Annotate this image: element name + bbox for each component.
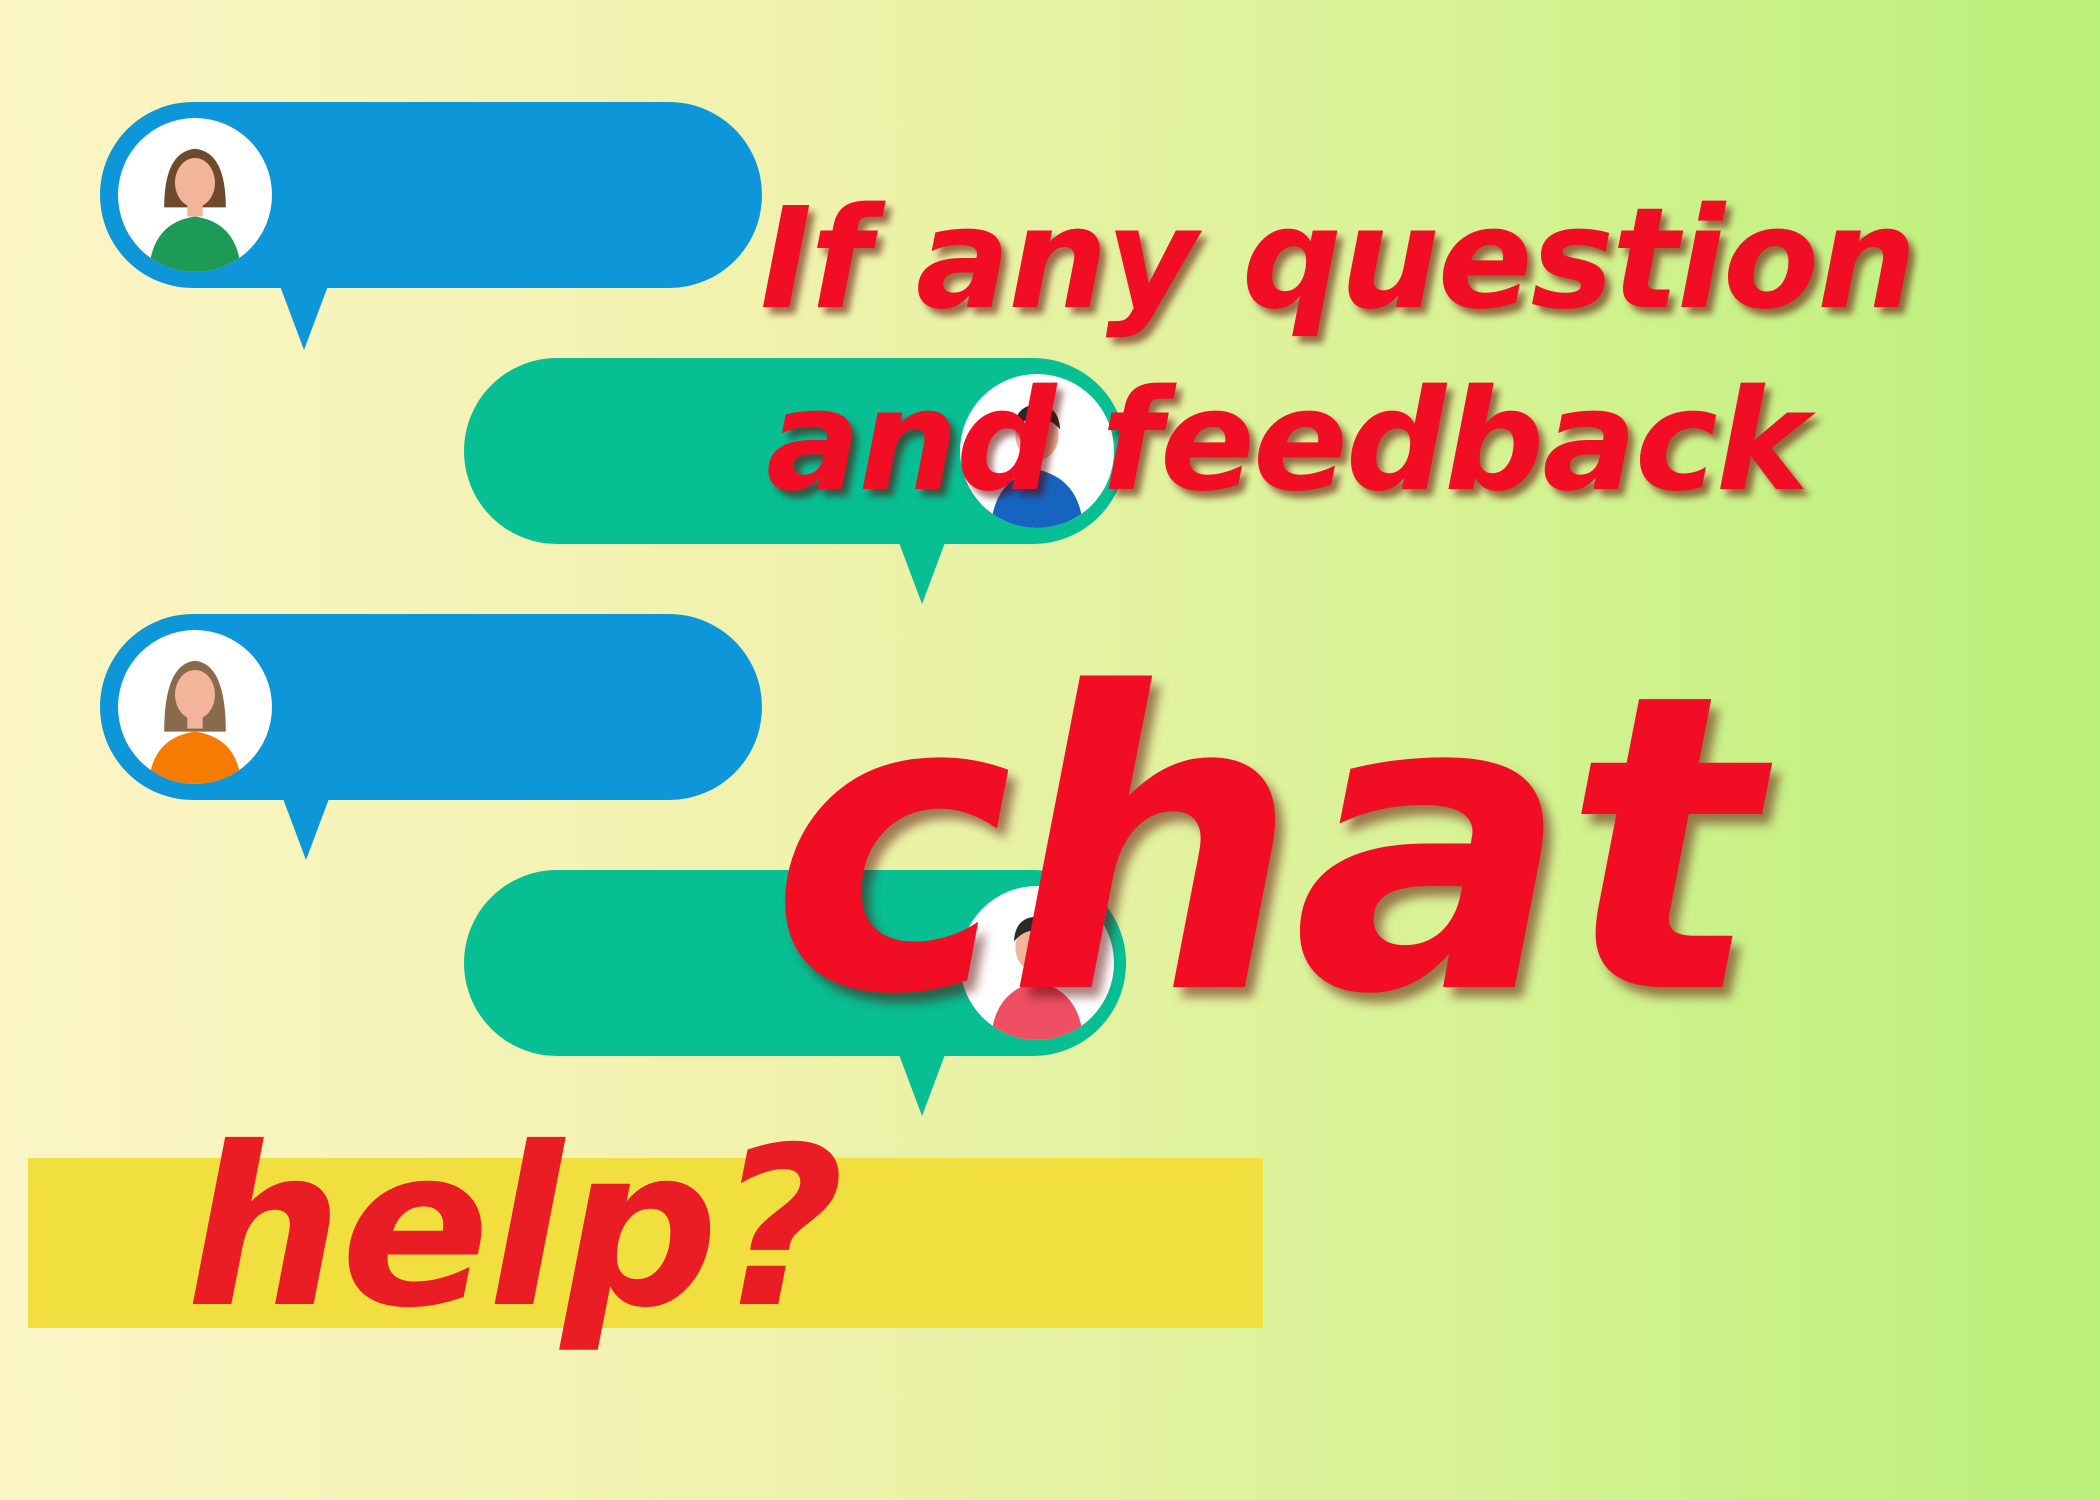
woman-avatar-icon bbox=[106, 618, 284, 796]
woman-green-shirt-icon bbox=[118, 118, 272, 272]
chat-bubble-tail bbox=[282, 796, 330, 860]
help-label: help? bbox=[186, 1100, 844, 1356]
chat-help-banner: If any question and feedback chat help? bbox=[0, 0, 2100, 1500]
headline-line-2: and feedback bbox=[766, 360, 1809, 523]
woman-avatar-icon bbox=[106, 106, 284, 284]
woman-orange-shirt-icon bbox=[118, 630, 272, 784]
headline-chat-word: chat bbox=[770, 606, 1760, 1084]
chat-bubble-tail bbox=[280, 286, 328, 350]
chat-bubble-tail bbox=[898, 540, 946, 604]
headline-line-1: If any question bbox=[760, 178, 1917, 341]
